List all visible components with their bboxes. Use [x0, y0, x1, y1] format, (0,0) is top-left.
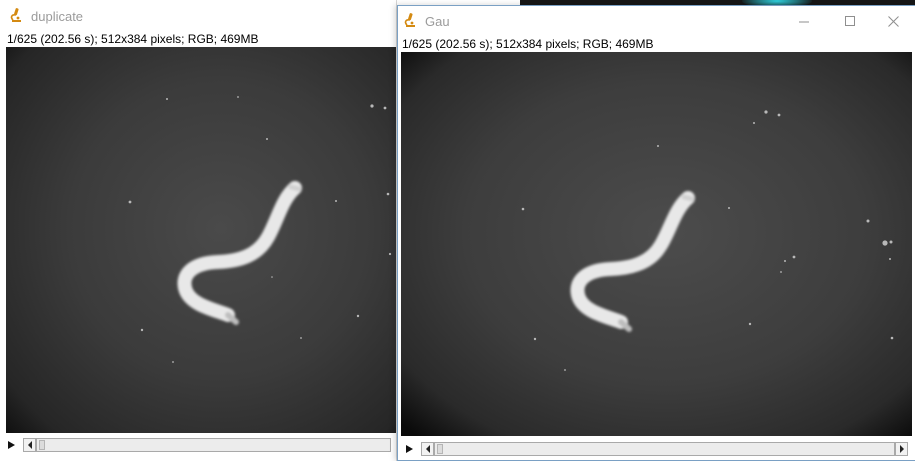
chevron-left-icon[interactable]	[421, 442, 434, 456]
title-bar[interactable]: Gau	[398, 6, 915, 36]
chevron-right-icon[interactable]	[895, 442, 908, 456]
image-window-gau[interactable]: Gau 1/625 (202.56 s); 512x384 pixels; RG…	[397, 5, 915, 461]
window-title: Gau	[425, 14, 450, 29]
frame-scrollbar[interactable]	[0, 436, 396, 454]
minimize-icon[interactable]	[781, 6, 827, 36]
image-canvas[interactable]	[401, 52, 912, 436]
chevron-left-icon[interactable]	[23, 438, 36, 452]
microscope-image	[401, 52, 912, 436]
scrollbar-track[interactable]	[434, 442, 895, 456]
window-title: duplicate	[31, 9, 84, 24]
image-window-duplicate[interactable]: duplicate 1/625 (202.56 s); 512x384 pixe…	[0, 0, 397, 461]
close-icon[interactable]	[870, 6, 915, 36]
scrollbar-thumb[interactable]	[437, 444, 443, 454]
image-info: 1/625 (202.56 s); 512x384 pixels; RGB; 4…	[402, 37, 654, 51]
microscope-icon	[402, 12, 418, 28]
microscope-image	[6, 47, 396, 433]
scrollbar-track[interactable]	[36, 438, 391, 452]
image-canvas[interactable]	[6, 47, 396, 433]
maximize-icon[interactable]	[827, 6, 873, 36]
play-icon[interactable]	[4, 438, 18, 452]
scrollbar-thumb[interactable]	[39, 440, 45, 450]
title-bar[interactable]: duplicate	[0, 0, 396, 32]
image-info: 1/625 (202.56 s); 512x384 pixels; RGB; 4…	[7, 32, 259, 46]
play-icon[interactable]	[402, 442, 416, 456]
frame-scrollbar[interactable]	[398, 440, 915, 458]
microscope-icon	[8, 7, 24, 23]
